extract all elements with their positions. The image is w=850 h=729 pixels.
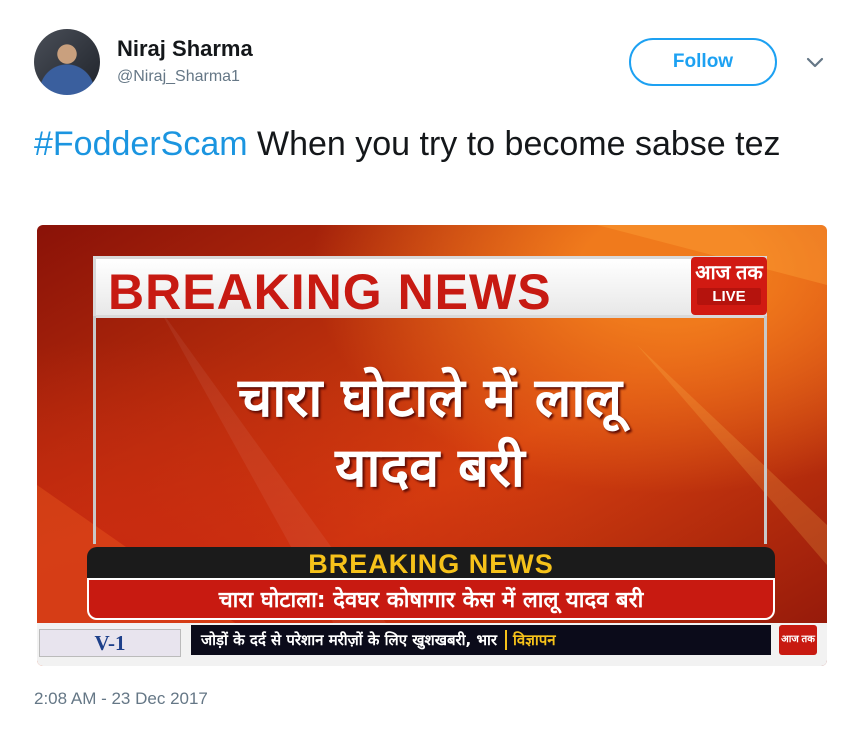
ticker-text: जोड़ों के दर्द से परेशान मरीज़ों के लिए … [201, 631, 498, 649]
display-name[interactable]: Niraj Sharma [117, 36, 253, 62]
channel-logo-text: आज तक [695, 262, 763, 284]
tweet-body: When you try to become sabse tez [247, 125, 781, 163]
user-handle[interactable]: @Niraj_Sharma1 [117, 68, 240, 86]
banner-text: BREAKING NEWS [108, 264, 552, 320]
hashtag-link[interactable]: #FodderScam [34, 125, 248, 163]
follow-button[interactable]: Follow [629, 38, 777, 86]
headline-line-1: चारा घोटाले में लालू [238, 366, 622, 429]
channel-logo: आज तक LIVE [691, 257, 767, 315]
breaking-news-banner: BREAKING NEWS [93, 256, 767, 320]
ticker-channel-logo: आज तक [779, 625, 817, 655]
chevron-down-icon[interactable] [804, 54, 826, 72]
ad-tag: विज्ञापन [505, 630, 556, 650]
live-badge: LIVE [697, 288, 761, 305]
band-subline: चारा घोटाला: देवघर कोषागार केस में लालू … [87, 578, 775, 620]
headline-line-2: यादव बरी [335, 436, 525, 499]
user-avatar[interactable] [34, 29, 100, 95]
tweet-text: #FodderScam When you try to become sabse… [34, 122, 824, 167]
news-headline: चारा घोटाले में लालू यादव बरी [97, 363, 763, 503]
ticker-strip: जोड़ों के दर्द से परेशान मरीज़ों के लिए … [191, 625, 771, 655]
news-ticker: V-1 जोड़ों के दर्द से परेशान मरीज़ों के … [37, 623, 827, 666]
tweet-timestamp[interactable]: 2:08 AM - 23 Dec 2017 [34, 689, 208, 709]
band-title: BREAKING NEWS [308, 549, 554, 579]
ad-logo: V-1 [39, 629, 181, 657]
tweet-media-image[interactable]: BREAKING NEWS आज तक LIVE चारा घोटाले में… [37, 225, 827, 666]
